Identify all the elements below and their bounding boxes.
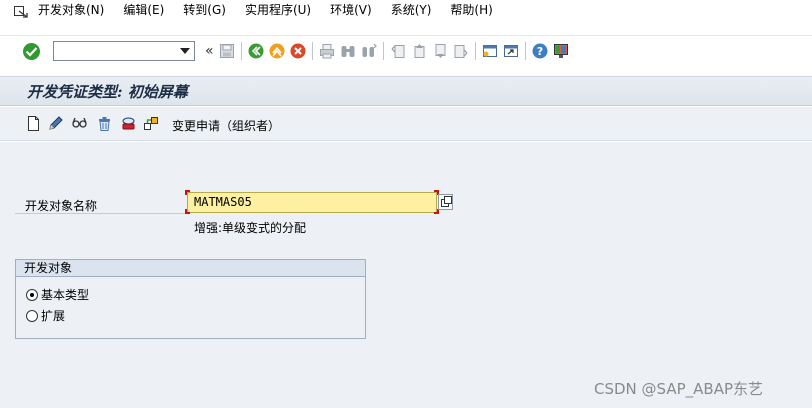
- radio-button[interactable]: [26, 309, 38, 322]
- watermark: CSDN @SAP_ABAP东艺: [594, 380, 763, 398]
- radio-button-selected[interactable]: [26, 288, 38, 301]
- radio-label: 基本类型: [41, 288, 90, 302]
- menu-system[interactable]: 系统(Y): [391, 1, 432, 18]
- group-title: 开发对象: [16, 260, 365, 277]
- new-session-icon[interactable]: [482, 43, 498, 59]
- enter-icon[interactable]: [23, 42, 40, 60]
- label-underline: [15, 213, 185, 214]
- back-icon[interactable]: [248, 43, 264, 59]
- toolbar-separator: [382, 42, 384, 60]
- object-name-input[interactable]: MATMAS05: [187, 192, 437, 213]
- object-description: 增强:单级变式的分配: [194, 221, 307, 235]
- menu-utilities[interactable]: 实用程序(U): [245, 1, 311, 18]
- change-icon[interactable]: [47, 115, 64, 132]
- radio-label: 扩展: [41, 309, 66, 323]
- menu-development-object[interactable]: 开发对象(N): [38, 1, 104, 18]
- title-bar: 开发凭证类型: 初始屏幕: [0, 76, 812, 106]
- toolbar-separator: [311, 42, 313, 60]
- svg-text:?: ?: [536, 45, 542, 58]
- next-page-icon[interactable]: [432, 43, 448, 59]
- save-icon[interactable]: [219, 43, 235, 59]
- system-menu-icon[interactable]: [14, 5, 28, 18]
- radio-basic-type[interactable]: 基本类型: [26, 286, 89, 303]
- radio-extension[interactable]: 扩展: [26, 307, 65, 324]
- page-title: 开发凭证类型: 初始屏幕: [27, 83, 188, 101]
- standard-toolbar: « ?: [0, 36, 812, 66]
- required-marker: [185, 209, 190, 214]
- last-page-icon[interactable]: [453, 43, 469, 59]
- command-history-toggle[interactable]: «: [205, 43, 214, 59]
- menu-bar: 开发对象(N) 编辑(E) 转到(G) 实用程序(U) 环境(V) 系统(Y) …: [0, 0, 812, 36]
- cancel-icon[interactable]: [290, 43, 306, 59]
- help-icon[interactable]: ?: [532, 43, 548, 59]
- change-request-button[interactable]: 变更申请（组织者）: [172, 117, 280, 134]
- main-area: 开发对象名称 MATMAS05 增强:单级变式的分配 开发对象 基本类型 扩展 …: [0, 142, 812, 408]
- menu-goto[interactable]: 转到(G): [183, 1, 226, 18]
- activate-icon[interactable]: [120, 115, 137, 132]
- toolbar-separator: [240, 42, 242, 60]
- menu-environment[interactable]: 环境(V): [330, 1, 372, 18]
- print-icon[interactable]: [319, 43, 335, 59]
- required-marker: [185, 190, 190, 195]
- first-page-icon[interactable]: [390, 43, 406, 59]
- previous-page-icon[interactable]: [411, 43, 427, 59]
- shortcut-icon[interactable]: [503, 43, 519, 59]
- value-help-button[interactable]: [438, 194, 453, 210]
- delete-icon[interactable]: [96, 115, 113, 132]
- exit-icon[interactable]: [269, 43, 285, 59]
- menu-edit[interactable]: 编辑(E): [123, 1, 164, 18]
- find-next-icon[interactable]: [361, 43, 377, 59]
- toolbar-separator: [524, 42, 526, 60]
- display-icon[interactable]: [71, 115, 88, 132]
- toolbar-separator: [474, 42, 476, 60]
- application-toolbar: 变更申请（组织者）: [0, 107, 812, 141]
- find-icon[interactable]: [340, 43, 356, 59]
- development-object-group: 开发对象 基本类型 扩展: [15, 259, 366, 339]
- menu-help[interactable]: 帮助(H): [450, 1, 492, 18]
- object-name-label: 开发对象名称: [25, 199, 98, 213]
- object-directory-icon[interactable]: [143, 115, 160, 132]
- chevron-down-icon[interactable]: [180, 48, 190, 54]
- create-icon[interactable]: [25, 115, 42, 132]
- customize-layout-icon[interactable]: [553, 43, 569, 59]
- command-field[interactable]: [53, 41, 195, 61]
